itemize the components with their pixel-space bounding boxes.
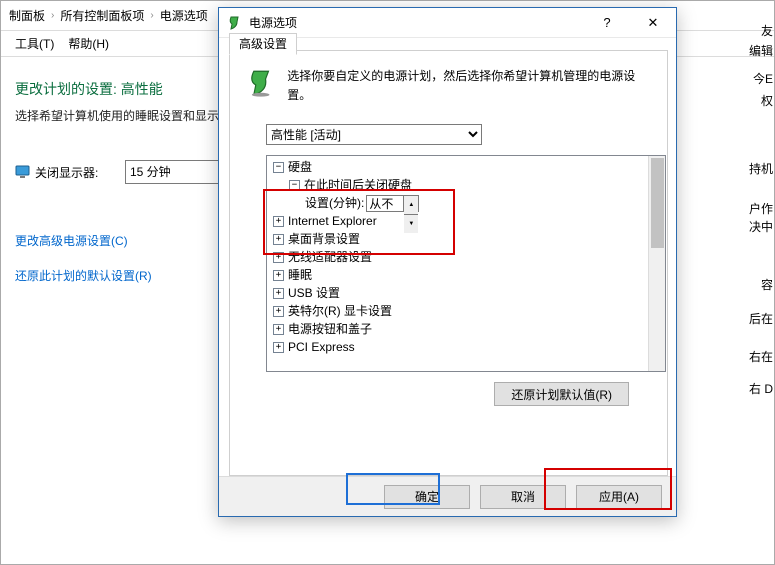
fragment: 编辑 bbox=[749, 42, 773, 59]
tree-node-usb[interactable]: +USB 设置 bbox=[271, 284, 665, 302]
tree-node-desktop-bg[interactable]: +桌面背景设置 bbox=[271, 230, 665, 248]
tree-node-turn-off-hd[interactable]: −在此时间后关闭硬盘 bbox=[271, 176, 665, 194]
dialog-title: 电源选项 bbox=[249, 14, 297, 31]
tree-node-intel-gpu[interactable]: +英特尔(R) 显卡设置 bbox=[271, 302, 665, 320]
tree-node-ie[interactable]: +Internet Explorer bbox=[271, 212, 665, 230]
tab-advanced-settings[interactable]: 高级设置 bbox=[229, 33, 297, 55]
power-plan-icon bbox=[227, 15, 243, 31]
expand-icon[interactable]: + bbox=[273, 342, 284, 353]
menu-help[interactable]: 帮助(H) bbox=[68, 35, 109, 52]
spin-down-button[interactable]: ▼ bbox=[404, 215, 418, 233]
turn-off-display-label: 关闭显示器: bbox=[35, 164, 98, 181]
fragment: 持机 bbox=[749, 160, 773, 177]
obscured-right-panel: 友 编辑 今E 权 持机 户作 决中 容 后在 右在 右 D bbox=[747, 0, 775, 560]
collapse-icon[interactable]: − bbox=[289, 180, 300, 191]
fragment: 今E bbox=[753, 70, 773, 87]
dialog-intro-text: 选择你要自定义的电源计划，然后选择你希望计算机管理的电源设置。 bbox=[287, 67, 651, 104]
ok-button[interactable]: 确定 bbox=[384, 485, 470, 509]
chevron-right-icon: › bbox=[146, 1, 157, 31]
fragment: 右在 bbox=[749, 348, 773, 365]
tree-node-wireless[interactable]: +无线适配器设置 bbox=[271, 248, 665, 266]
fragment: 容 bbox=[761, 276, 773, 293]
fragment: 决中 bbox=[749, 218, 773, 235]
breadcrumb-item[interactable]: 电源选项 bbox=[158, 1, 210, 31]
fragment: 友 bbox=[761, 22, 773, 39]
expand-icon[interactable]: + bbox=[273, 288, 284, 299]
breadcrumb-item[interactable]: 所有控制面板项 bbox=[58, 1, 146, 31]
fragment: 权 bbox=[761, 92, 773, 109]
setting-minutes-label: 设置(分钟): bbox=[305, 194, 364, 212]
expand-icon[interactable]: + bbox=[273, 234, 284, 245]
tree-node-hard-disk[interactable]: −硬盘 bbox=[271, 158, 665, 176]
fragment: 右 D bbox=[749, 380, 773, 397]
window-close-button[interactable]: ✕ bbox=[630, 8, 676, 38]
power-plan-select[interactable]: 高性能 [活动] bbox=[266, 124, 482, 145]
apply-button[interactable]: 应用(A) bbox=[576, 485, 662, 509]
scrollbar-thumb[interactable] bbox=[651, 158, 664, 248]
tree-node-setting-minutes[interactable]: 设置(分钟): ▲▼ bbox=[271, 194, 665, 212]
restore-defaults-button[interactable]: 还原计划默认值(R) bbox=[494, 382, 629, 406]
monitor-icon bbox=[15, 164, 31, 180]
tree-node-power-buttons[interactable]: +电源按钮和盖子 bbox=[271, 320, 665, 338]
tree-node-sleep[interactable]: +睡眠 bbox=[271, 266, 665, 284]
expand-icon[interactable]: + bbox=[273, 252, 284, 263]
expand-icon[interactable]: + bbox=[273, 216, 284, 227]
tree-node-pci-express[interactable]: +PCI Express bbox=[271, 338, 665, 356]
expand-icon[interactable]: + bbox=[273, 270, 284, 281]
collapse-icon[interactable]: − bbox=[273, 162, 284, 173]
settings-tree: −硬盘 −在此时间后关闭硬盘 设置(分钟): ▲▼ +Internet Expl… bbox=[266, 155, 666, 372]
dialog-content: 选择你要自定义的电源计划，然后选择你希望计算机管理的电源设置。 高性能 [活动]… bbox=[229, 50, 668, 476]
tree-scrollbar[interactable] bbox=[648, 156, 665, 371]
expand-icon[interactable]: + bbox=[273, 306, 284, 317]
power-plan-large-icon bbox=[246, 67, 277, 99]
breadcrumb-item[interactable]: 制面板 bbox=[7, 1, 47, 31]
setting-minutes-input[interactable] bbox=[366, 195, 404, 212]
dialog-button-row: 确定 取消 应用(A) bbox=[219, 476, 676, 516]
expand-icon[interactable]: + bbox=[273, 324, 284, 335]
window-help-button[interactable]: ? bbox=[584, 8, 630, 38]
chevron-right-icon: › bbox=[47, 1, 58, 31]
power-options-dialog: 电源选项 ? ✕ 高级设置 选择你要自定义的电源计划，然后选择你希望计算机管理的… bbox=[218, 7, 677, 517]
spin-up-button[interactable]: ▲ bbox=[404, 196, 418, 215]
fragment: 户作 bbox=[749, 200, 773, 217]
cancel-button[interactable]: 取消 bbox=[480, 485, 566, 509]
menu-tools[interactable]: 工具(T) bbox=[15, 35, 54, 52]
fragment: 后在 bbox=[749, 310, 773, 327]
